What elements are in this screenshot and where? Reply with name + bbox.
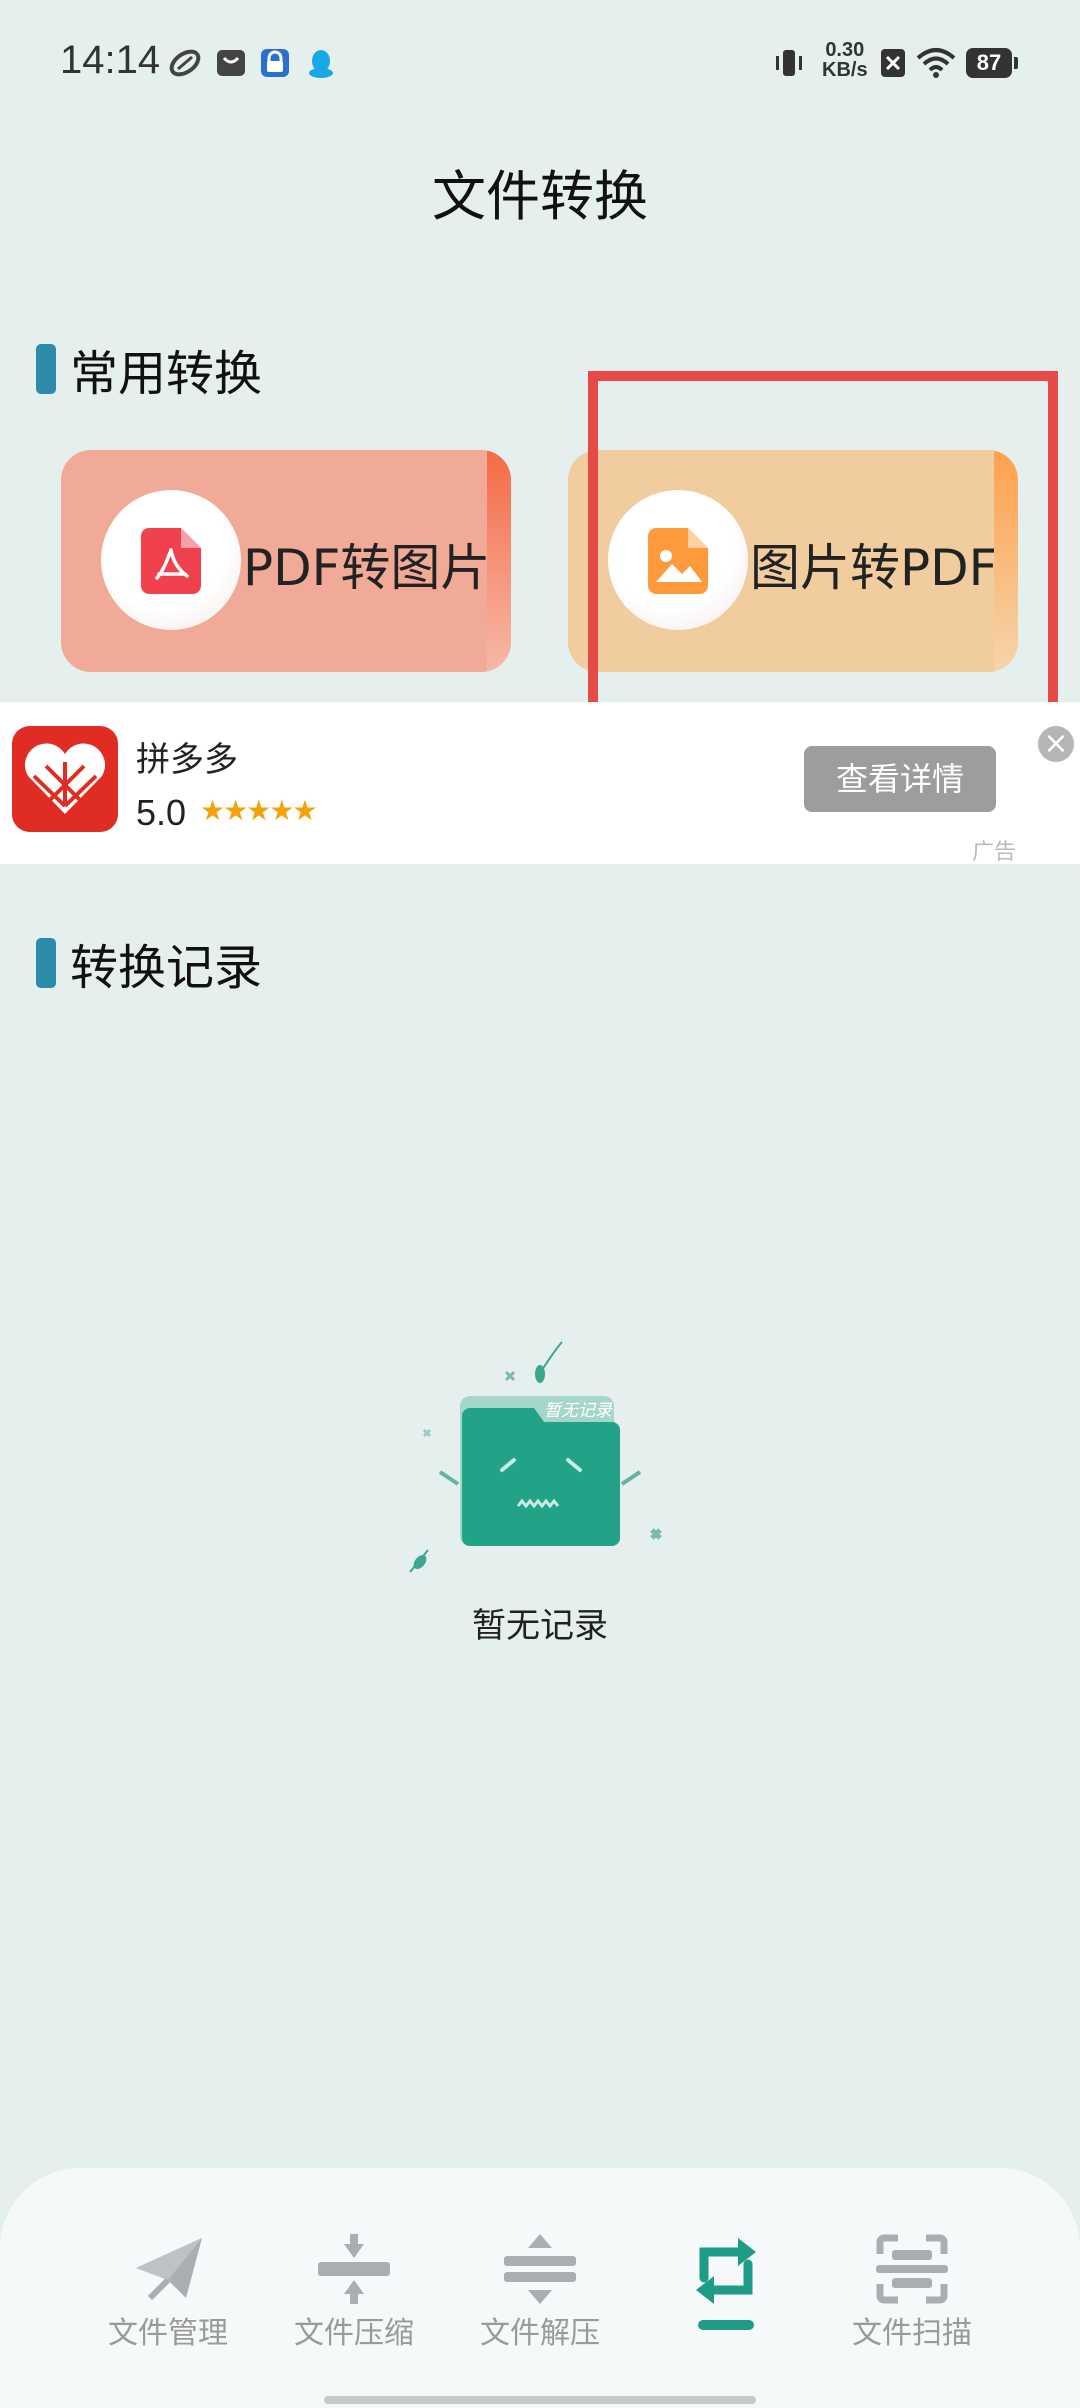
decompress-icon	[504, 2234, 576, 2304]
icon-disc	[101, 490, 241, 630]
ad-app-name: 拼多多	[136, 740, 238, 780]
shopping-bag-icon	[217, 50, 245, 76]
tab-label: 文件压缩	[294, 2316, 414, 2351]
tab-file-decompress[interactable]: 文件解压	[465, 2234, 615, 2352]
common-convert-heading: 常用转换	[36, 334, 262, 404]
page-title: 文件转换	[432, 165, 648, 228]
ad-stars: ★★★★★	[200, 794, 318, 827]
empty-records-text: 暂无记录	[472, 1606, 608, 1646]
convert-icon	[696, 2238, 756, 2330]
empty-folder-illustration: 暂无记录	[409, 1341, 662, 1573]
net-speed: 0.30 KB/s	[822, 39, 868, 81]
empty-folder-badge: 暂无记录	[544, 1401, 613, 1421]
qq-penguin-icon	[309, 50, 333, 78]
section-marker	[36, 344, 56, 394]
wifi-icon	[916, 48, 956, 78]
card-label: PDF转图片	[243, 539, 491, 597]
battery-indicator: 87	[966, 48, 1018, 78]
tab-file-manage[interactable]: 文件管理	[93, 2234, 243, 2352]
rugby-ball-icon	[169, 49, 201, 77]
tab-label: 文件管理	[108, 2316, 228, 2351]
no-sim-icon	[881, 49, 905, 77]
card-edge-accent	[487, 450, 511, 672]
status-time: 14:14	[60, 38, 161, 82]
tab-label: 文件解压	[480, 2316, 600, 2351]
ad-rating: 5.0	[136, 792, 187, 833]
tab-file-scan[interactable]: 文件扫描	[837, 2234, 987, 2352]
compress-icon	[318, 2234, 390, 2304]
view-details-button[interactable]: 查看详情	[804, 746, 996, 812]
lock-app-icon	[261, 49, 289, 77]
ad-banner[interactable]: 拼多多 5.0 ★★★★★ 查看详情 × 广告	[0, 702, 1080, 865]
tab-file-compress[interactable]: 文件压缩	[279, 2234, 429, 2352]
vibrate-icon	[776, 50, 802, 76]
tab-label: 文件扫描	[852, 2316, 972, 2351]
scan-icon	[876, 2234, 948, 2304]
highlight-box	[588, 371, 1058, 717]
section-marker	[36, 938, 56, 988]
records-heading: 转换记录	[36, 928, 262, 998]
status-bar: 14:14 0.30 KB/s 87	[0, 0, 1080, 128]
pdf-file-icon	[141, 528, 201, 594]
ad-close-icon[interactable]: ×	[1038, 726, 1074, 762]
pdf-to-image-card[interactable]: PDF转图片	[61, 450, 511, 672]
home-indicator[interactable]	[324, 2396, 756, 2404]
bottom-tab-bar: 文件管理 文件压缩 文件解压 文件扫描	[0, 2168, 1080, 2408]
pinduoduo-app-icon	[12, 726, 118, 832]
ad-tag: 广告	[972, 840, 1017, 865]
tab-file-convert[interactable]	[651, 2234, 801, 2338]
paper-plane-icon	[136, 2238, 202, 2301]
